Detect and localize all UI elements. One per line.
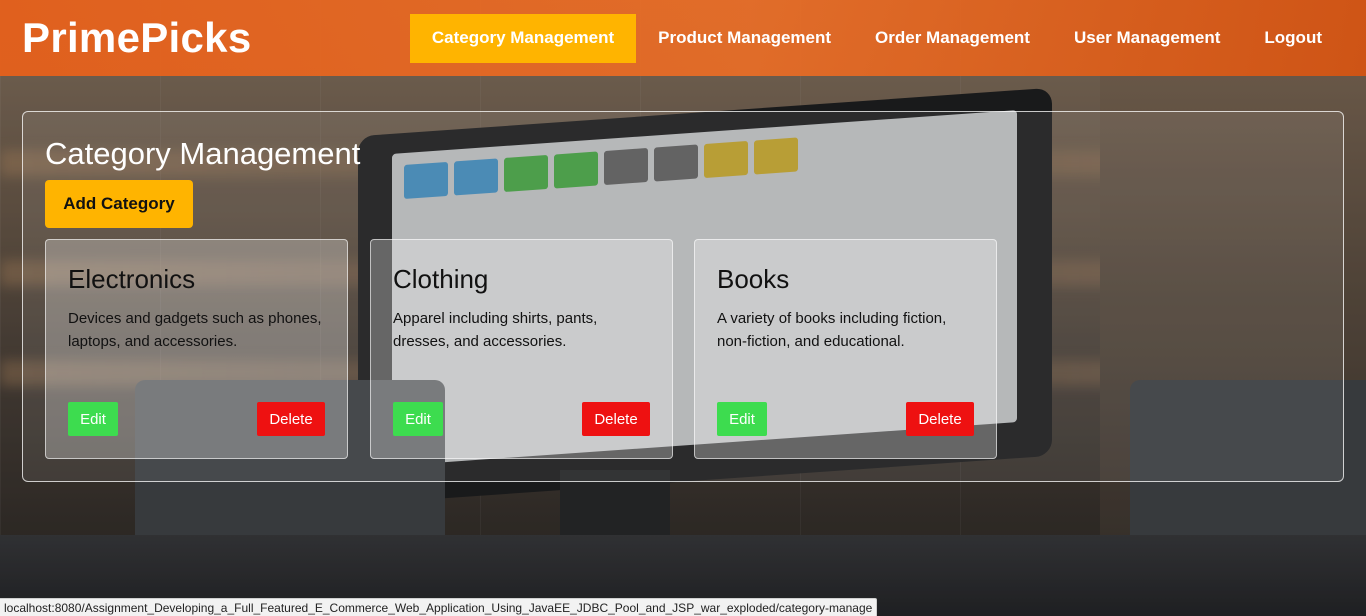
category-management-panel: Category Management Add Category Electro… xyxy=(22,111,1344,482)
edit-button[interactable]: Edit xyxy=(68,402,118,436)
edit-button[interactable]: Edit xyxy=(393,402,443,436)
delete-button[interactable]: Delete xyxy=(906,402,974,436)
category-card-electronics: Electronics Devices and gadgets such as … xyxy=(45,239,348,459)
status-bar-url: localhost:8080/Assignment_Developing_a_F… xyxy=(0,598,878,616)
brand-logo[interactable]: PrimePicks xyxy=(22,14,252,62)
nav-order-management[interactable]: Order Management xyxy=(853,14,1052,63)
delete-button[interactable]: Delete xyxy=(257,402,325,436)
category-card-clothing: Clothing Apparel including shirts, pants… xyxy=(370,239,673,459)
category-name: Books xyxy=(717,264,790,294)
nav-user-management[interactable]: User Management xyxy=(1052,14,1242,63)
category-name: Clothing xyxy=(393,264,489,294)
nav-category-management[interactable]: Category Management xyxy=(409,13,637,63)
nav-links: Category Management Product Management O… xyxy=(409,13,1344,63)
category-description: Devices and gadgets such as phones, lapt… xyxy=(68,310,322,350)
delete-button[interactable]: Delete xyxy=(582,402,650,436)
category-description: A variety of books including fiction, no… xyxy=(717,310,947,350)
add-category-button[interactable]: Add Category xyxy=(45,180,193,228)
category-card-books: Books A variety of books including ficti… xyxy=(694,239,997,459)
category-description: Apparel including shirts, pants, dresses… xyxy=(393,310,598,350)
navbar: PrimePicks Category Management Product M… xyxy=(0,0,1366,76)
nav-product-management[interactable]: Product Management xyxy=(636,14,853,63)
page-title: Category Management xyxy=(45,136,361,171)
nav-logout[interactable]: Logout xyxy=(1242,14,1344,63)
edit-button[interactable]: Edit xyxy=(717,402,767,436)
category-name: Electronics xyxy=(68,264,196,294)
